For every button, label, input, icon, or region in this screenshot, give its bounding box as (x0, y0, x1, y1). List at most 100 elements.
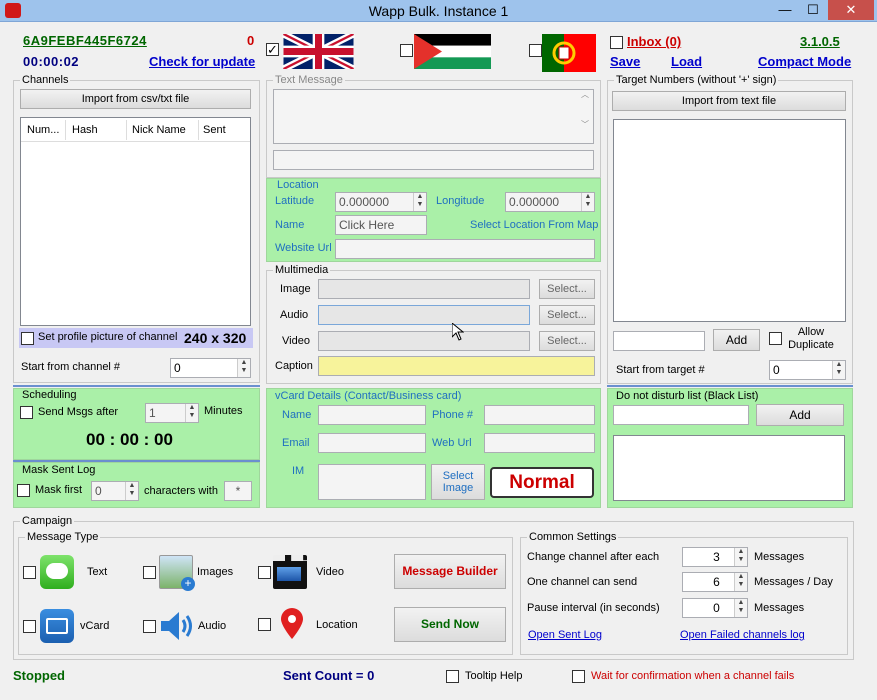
english-checkbox[interactable]: ✓ (266, 43, 279, 56)
video-path-input[interactable] (318, 331, 530, 351)
change-after-spinner[interactable]: ▲ ▼ (734, 548, 747, 566)
import-csv-button[interactable]: Import from csv/txt file (20, 89, 251, 109)
palestine-flag-icon[interactable] (414, 34, 491, 69)
set-profile-checkbox[interactable] (21, 332, 34, 345)
blacklist-list[interactable] (613, 435, 845, 501)
location-name-input[interactable]: Click Here (335, 215, 427, 235)
inbox-checkbox[interactable] (610, 36, 623, 49)
compact-mode-link[interactable]: Compact Mode (758, 54, 851, 69)
load-link[interactable]: Load (671, 54, 702, 69)
start-target-input[interactable]: 0 ▲ ▼ (769, 360, 846, 380)
check-update-link[interactable]: Check for update (149, 54, 255, 69)
column-header-sent[interactable]: Sent (203, 124, 226, 136)
mask-count-spinner[interactable]: ▲ ▼ (125, 482, 138, 500)
minutes-spinner[interactable]: ▲ ▼ (185, 404, 198, 422)
inbox-link[interactable]: Inbox (0) (627, 34, 681, 49)
type-images-checkbox[interactable] (143, 566, 156, 579)
audio-icon (159, 609, 195, 643)
channels-table[interactable]: Num... Hash Nick Name Sent (20, 117, 251, 326)
type-location-checkbox[interactable] (258, 618, 271, 631)
version-link[interactable]: 3.1.0.5 (800, 34, 840, 49)
text-scrollbar[interactable]: ︿ ﹀ (577, 90, 593, 143)
counter-value: 0 (247, 33, 255, 48)
select-image-button[interactable]: Select... (539, 279, 595, 299)
tooltip-help-checkbox[interactable] (446, 670, 459, 683)
select-video-button[interactable]: Select... (539, 331, 595, 351)
longitude-input[interactable]: 0.000000 ▲ ▼ (505, 192, 595, 212)
text-message-footer-field[interactable] (273, 150, 594, 170)
arabic-checkbox[interactable] (400, 44, 413, 57)
close-button[interactable]: ✕ (828, 0, 874, 20)
minimize-button[interactable]: — (772, 0, 798, 20)
images-icon: + (159, 555, 195, 591)
start-channel-input[interactable]: 0 ▲ ▼ (170, 358, 251, 378)
vcard-select-image-button[interactable]: Select Image (431, 464, 485, 500)
portuguese-checkbox[interactable] (529, 44, 542, 57)
vcard-weburl-input[interactable] (484, 433, 595, 453)
vcard-icon (40, 609, 74, 643)
start-target-spinner[interactable]: ▲ ▼ (832, 361, 845, 379)
image-path-input[interactable] (318, 279, 530, 299)
website-url-input[interactable] (335, 239, 595, 259)
pause-value: 0 (713, 601, 720, 615)
vcard-im-input[interactable] (318, 464, 426, 500)
minutes-input[interactable]: 1 ▲ ▼ (145, 403, 199, 423)
mask-count-input[interactable]: 0 ▲ ▼ (91, 481, 139, 501)
save-link[interactable]: Save (610, 54, 640, 69)
message-builder-button[interactable]: Message Builder (394, 554, 506, 589)
longitude-spinner[interactable]: ▲ ▼ (581, 193, 594, 211)
column-header-hash[interactable]: Hash (72, 124, 98, 136)
mask-symbol-input[interactable]: * (224, 481, 252, 501)
column-header-num[interactable]: Num... (27, 124, 59, 136)
target-number-input[interactable] (613, 331, 705, 351)
select-audio-button[interactable]: Select... (539, 305, 595, 325)
license-key[interactable]: 6A9FEBF445F6724 (23, 33, 147, 48)
send-now-button[interactable]: Send Now (394, 607, 506, 642)
pause-label: Pause interval (in seconds) (527, 602, 660, 614)
type-vcard-checkbox[interactable] (23, 620, 36, 633)
latitude-label: Latitude (275, 195, 315, 207)
open-failed-log-link[interactable]: Open Failed channels log (680, 629, 805, 641)
uk-flag-icon[interactable] (280, 34, 357, 69)
change-after-input[interactable]: 3 ▲ ▼ (682, 547, 748, 567)
send-after-checkbox[interactable] (20, 406, 33, 419)
change-after-unit: Messages (754, 551, 805, 563)
pause-spinner[interactable]: ▲ ▼ (734, 599, 747, 617)
start-channel-spinner[interactable]: ▲ ▼ (237, 359, 250, 377)
vcard-name-input[interactable] (318, 405, 426, 425)
pause-input[interactable]: 0 ▲ ▼ (682, 598, 748, 618)
column-header-nickname[interactable]: Nick Name (132, 124, 186, 136)
can-send-spinner[interactable]: ▲ ▼ (734, 573, 747, 591)
send-after-label: Send Msgs after (38, 406, 119, 418)
vcard-email-input[interactable] (318, 433, 426, 453)
start-target-value: 0 (773, 363, 780, 377)
import-text-button[interactable]: Import from text file (612, 91, 846, 111)
maximize-button[interactable]: ☐ (800, 0, 826, 20)
latitude-spinner[interactable]: ▲ ▼ (413, 193, 426, 211)
image-label: Image (280, 283, 311, 295)
latitude-input[interactable]: 0.000000 ▲ ▼ (335, 192, 427, 212)
type-text-checkbox[interactable] (23, 566, 36, 579)
mask-first-checkbox[interactable] (17, 484, 30, 497)
campaign-legend: Campaign (20, 515, 75, 528)
type-video-checkbox[interactable] (258, 566, 271, 579)
audio-path-input[interactable] (318, 305, 530, 325)
audio-label: Audio (280, 309, 309, 321)
type-location-label: Location (316, 619, 358, 631)
wait-confirm-checkbox[interactable] (572, 670, 585, 683)
mode-toggle-button[interactable]: Normal (490, 467, 594, 498)
can-send-input[interactable]: 6 ▲ ▼ (682, 572, 748, 592)
blacklist-number-input[interactable] (613, 405, 749, 425)
vcard-phone-input[interactable] (484, 405, 595, 425)
type-audio-checkbox[interactable] (143, 620, 156, 633)
caption-input[interactable] (318, 356, 595, 376)
add-blacklist-button[interactable]: Add (756, 404, 844, 426)
portugal-flag-icon[interactable] (542, 34, 596, 72)
text-message-input[interactable]: ︿ ﹀ (273, 89, 594, 144)
allow-duplicate-checkbox[interactable] (769, 332, 782, 345)
select-location-map-link[interactable]: Select Location From Map (470, 219, 598, 231)
target-numbers-list[interactable] (613, 119, 846, 322)
open-sent-log-link[interactable]: Open Sent Log (528, 629, 602, 641)
longitude-value: 0.000000 (509, 195, 560, 209)
add-target-button[interactable]: Add (713, 329, 760, 351)
